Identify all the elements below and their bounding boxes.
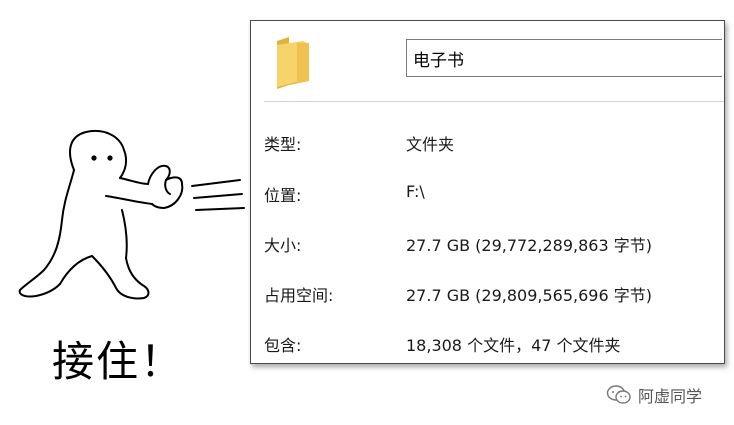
property-value: 27.7 GB (29,772,289,863 字节) — [406, 236, 652, 255]
folder-name-input[interactable]: 电子书 — [406, 39, 722, 77]
wechat-icon — [606, 385, 631, 404]
property-row-location: 位置: F:\ — [264, 182, 724, 208]
watermark: 阿虚同学 — [606, 383, 702, 407]
property-row-type: 类型: 文件夹 — [264, 131, 724, 157]
property-value: 27.7 GB (29,809,565,696 字节) — [406, 286, 652, 305]
property-label: 大小: — [264, 236, 302, 255]
property-label: 占用空间: — [264, 286, 334, 305]
property-label: 包含: — [264, 336, 302, 355]
property-row-size: 大小: 27.7 GB (29,772,289,863 字节) — [264, 232, 724, 258]
property-value: F:\ — [406, 182, 425, 201]
property-value: 18,308 个文件，47 个文件夹 — [406, 336, 621, 355]
throwing-character-drawing — [18, 130, 245, 300]
cartoon-character: 接住！ — [0, 0, 250, 425]
folder-properties-window: 电子书 类型: 文件夹 位置: F:\ 大小: 27.7 GB (29,772,… — [250, 20, 725, 364]
folder-icon — [273, 31, 313, 91]
property-row-size-on-disk: 占用空间: 27.7 GB (29,809,565,696 字节) — [264, 282, 724, 308]
divider — [264, 101, 724, 102]
caption-text: 接住！ — [52, 337, 185, 386]
watermark-text: 阿虚同学 — [638, 387, 703, 406]
property-label: 位置: — [264, 186, 302, 205]
property-label: 类型: — [264, 135, 302, 154]
property-value: 文件夹 — [406, 135, 455, 154]
property-row-contains: 包含: 18,308 个文件，47 个文件夹 — [264, 332, 724, 358]
